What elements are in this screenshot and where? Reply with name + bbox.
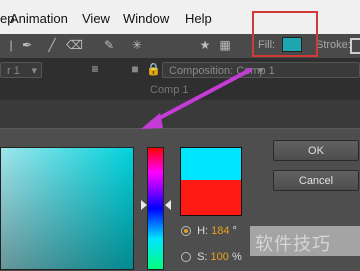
current-color-swatch[interactable]: [180, 180, 242, 216]
hue-radio[interactable]: [181, 226, 191, 237]
menu-help[interactable]: Help: [185, 11, 212, 26]
hue-field-row: H: 184 °: [181, 225, 237, 237]
panel-menu-icon[interactable]: ≡: [88, 62, 102, 76]
watermark: 软件技巧: [255, 234, 331, 254]
puppet-tool-icon[interactable]: ✎: [102, 38, 116, 52]
stroke-color-swatch[interactable]: [350, 38, 360, 54]
menu-window[interactable]: Window: [123, 11, 169, 26]
new-color-swatch: [180, 147, 242, 180]
saturation-brightness-field[interactable]: [0, 147, 134, 270]
saturation-label: S:: [197, 251, 208, 263]
dropdown-icon: ▾: [31, 65, 37, 77]
saturation-field-row: S: 100 %: [181, 251, 242, 263]
hue-unit: °: [232, 225, 237, 237]
hue-slider-handle-right[interactable]: [165, 200, 171, 210]
layer-panel-tab[interactable]: r 1 ▾: [0, 62, 42, 78]
fill-highlight-box: [252, 11, 318, 57]
composition-breadcrumb[interactable]: Comp 1: [150, 84, 189, 96]
hue-slider-handle-left[interactable]: [141, 200, 147, 210]
pen-tool-icon[interactable]: ✒: [20, 38, 34, 52]
hue-label: H:: [197, 225, 209, 237]
star-icon[interactable]: ★: [198, 38, 212, 52]
menu-view[interactable]: View: [82, 11, 110, 26]
hue-slider[interactable]: [147, 147, 164, 270]
ok-button[interactable]: OK: [273, 140, 359, 161]
padlock-icon[interactable]: 🔒: [146, 62, 161, 76]
saturation-value-field[interactable]: 100: [211, 251, 229, 263]
eraser-tool-icon[interactable]: ⌫: [66, 38, 83, 52]
stroke-label: Stroke:: [316, 39, 351, 51]
pin-tool-icon[interactable]: ✳: [130, 38, 144, 52]
menu-animation[interactable]: Animation: [10, 11, 68, 26]
grid-icon[interactable]: ▦: [218, 38, 232, 52]
brush-tool-icon[interactable]: ╱: [45, 38, 59, 52]
layer-panel-label: r 1: [7, 65, 20, 77]
saturation-unit: %: [231, 251, 242, 263]
toolbar-grip-icon: |: [9, 38, 13, 52]
cancel-button[interactable]: Cancel: [273, 170, 359, 191]
dropdown-icon: ▾: [258, 65, 264, 77]
lock-icon[interactable]: ■: [128, 62, 142, 76]
hue-value-field[interactable]: 184: [211, 225, 229, 237]
composition-panel-tab[interactable]: Composition: Comp 1 ▾: [162, 62, 360, 78]
panel-area: r 1 ▾ ≡ ■ 🔒 Composition: Comp 1 ▾ Comp 1: [0, 58, 360, 100]
saturation-radio[interactable]: [181, 252, 191, 263]
